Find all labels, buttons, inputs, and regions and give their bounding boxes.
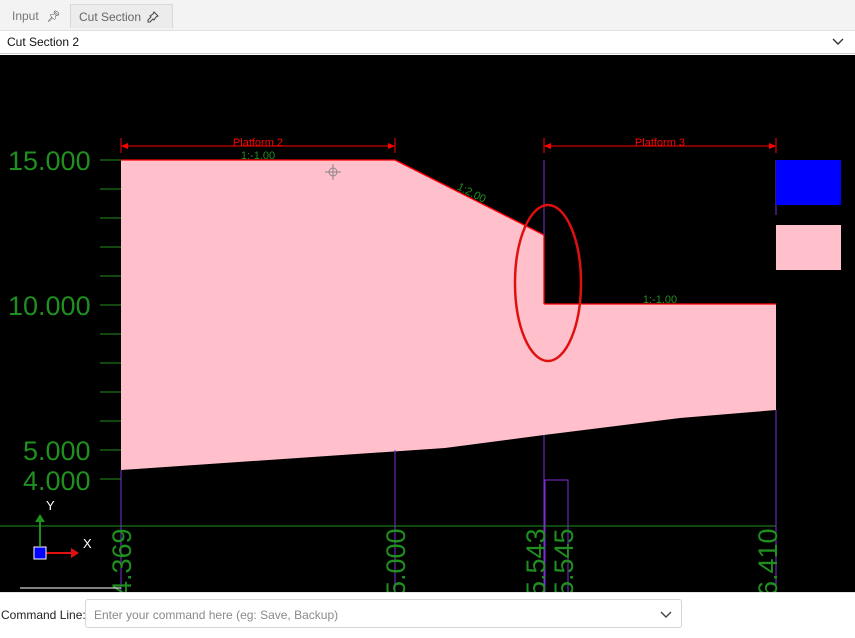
x-label-6410: 6.410	[753, 528, 783, 592]
platform-3-slope: 1:-1.00	[643, 294, 677, 306]
command-input-box[interactable]	[85, 599, 682, 628]
tab-cut-section[interactable]: Cut Section	[70, 4, 173, 28]
gizmo-x-label: X	[83, 536, 92, 551]
pin-filled-icon[interactable]: 📌︎	[47, 10, 61, 23]
cad-canvas[interactable]: 15.000 10.000 5.000 4.000 4.369 5.000 5.…	[0, 55, 855, 592]
tab-input[interactable]: Input 📌︎	[4, 4, 69, 28]
command-line-label: Command Line:	[1, 608, 86, 622]
legend-swatch-pink[interactable]	[776, 225, 841, 270]
pin-outline-icon[interactable]	[147, 10, 159, 23]
chevron-down-icon[interactable]	[659, 607, 673, 621]
platform-2-slope: 1:-1.00	[241, 150, 275, 162]
command-bar: Command Line:	[0, 592, 855, 638]
section-select-value: Cut Section 2	[7, 35, 80, 49]
x-label-5543: 5.543	[521, 528, 551, 592]
axis-gizmo: Y X	[20, 498, 121, 589]
platform-2-label: Platform 2	[233, 137, 283, 149]
command-input[interactable]	[92, 604, 656, 625]
gizmo-y-label: Y	[46, 498, 55, 513]
y-label-4: 4.000	[23, 466, 91, 496]
cut-fill-area	[121, 160, 776, 470]
legend-swatch-blue[interactable]	[776, 160, 841, 205]
y-label-10: 10.000	[8, 291, 91, 321]
section-select[interactable]: Cut Section 2	[0, 31, 855, 54]
y-label-5: 5.000	[23, 436, 91, 466]
platform-3-label: Platform 3	[635, 137, 685, 149]
x-label-4369: 4.369	[107, 528, 137, 592]
chevron-down-icon[interactable]	[831, 34, 845, 48]
x-label-5000: 5.000	[381, 528, 411, 592]
x-label-5545: 5.545	[549, 528, 579, 592]
cross-section-drawing[interactable]: 15.000 10.000 5.000 4.000 4.369 5.000 5.…	[0, 55, 855, 592]
tab-input-label: Input	[12, 9, 39, 23]
tab-bar: Input 📌︎ Cut Section	[0, 0, 855, 31]
tab-cut-section-label: Cut Section	[79, 9, 142, 24]
y-label-15: 15.000	[8, 146, 91, 176]
